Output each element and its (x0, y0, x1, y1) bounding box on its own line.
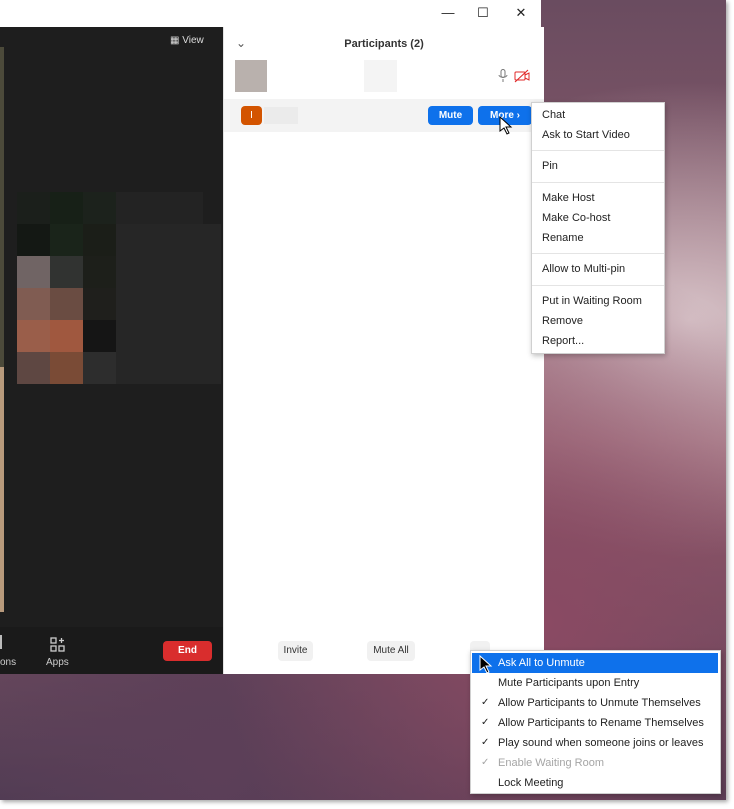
video-pixel (83, 288, 116, 320)
option-mute-upon-entry[interactable]: Mute Participants upon Entry (472, 673, 718, 693)
menu-divider (532, 253, 664, 254)
option-allow-unmute[interactable]: ✓ Allow Participants to Unmute Themselve… (472, 693, 718, 713)
video-pixel (50, 256, 83, 288)
participant-row-selected[interactable]: I Mute More › (224, 99, 544, 132)
video-pixel (50, 352, 83, 384)
panel-title: Participants (2) (344, 38, 424, 50)
video-pixel (17, 288, 50, 320)
check-icon: ✓ (481, 697, 490, 708)
mouse-cursor-icon (479, 655, 493, 674)
menu-divider (532, 182, 664, 183)
window-titlebar: — ☐ ✕ (0, 0, 541, 27)
avatar (235, 60, 267, 92)
video-pixel (50, 224, 83, 256)
check-icon: ✓ (481, 717, 490, 728)
video-pixel (17, 224, 50, 256)
option-label: Play sound when someone joins or leaves (498, 737, 704, 749)
close-button[interactable]: ✕ (513, 5, 529, 21)
apps-icon (50, 637, 65, 652)
participant-more-menu: Chat Ask to Start Video Pin Make Host Ma… (531, 102, 665, 354)
menu-item-rename[interactable]: Rename (542, 232, 584, 244)
option-label: Ask All to Unmute (498, 657, 585, 669)
mute-all-button[interactable]: Mute All (367, 641, 415, 661)
option-label: Allow Participants to Rename Themselves (498, 717, 704, 729)
participants-panel: ⌄ Participants (2) I Mute More › Invite … (223, 27, 544, 674)
video-edge-strip-lower (0, 367, 4, 612)
video-pixel (50, 288, 83, 320)
avatar: I (241, 106, 262, 125)
check-icon: ✓ (481, 757, 490, 768)
maximize-button[interactable]: ☐ (475, 5, 491, 21)
menu-item-make-cohost[interactable]: Make Co-host (542, 212, 610, 224)
video-pixel (116, 192, 203, 224)
video-pixel (17, 320, 50, 352)
end-meeting-button[interactable]: End (163, 641, 212, 661)
video-area: ▦ View ons Apps End (0, 27, 223, 674)
menu-item-allow-multipin[interactable]: Allow to Multi-pin (542, 263, 625, 275)
option-label: Mute Participants upon Entry (498, 677, 640, 689)
menu-item-waiting-room[interactable]: Put in Waiting Room (542, 295, 642, 307)
video-pixel (83, 352, 116, 384)
screenshot-frame: — ☐ ✕ ▦ View ons Apps End ⌄ Participants… (0, 0, 726, 800)
options-label-partial[interactable]: ons (0, 657, 16, 668)
option-label: Enable Waiting Room (498, 757, 604, 769)
participant-name-redacted (364, 60, 397, 92)
option-lock-meeting[interactable]: Lock Meeting (472, 773, 718, 793)
video-off-icon[interactable] (514, 69, 530, 83)
apps-button[interactable]: Apps (44, 635, 72, 671)
participant-name-redacted (264, 107, 298, 124)
video-pixel (50, 320, 83, 352)
option-label: Lock Meeting (498, 777, 564, 789)
menu-item-make-host[interactable]: Make Host (542, 192, 595, 204)
option-enable-waiting-room: ✓ Enable Waiting Room (472, 753, 718, 773)
menu-item-report[interactable]: Report... (542, 335, 584, 347)
menu-divider (532, 285, 664, 286)
option-label: Allow Participants to Unmute Themselves (498, 697, 701, 709)
mouse-cursor-icon (499, 116, 513, 135)
option-play-sound[interactable]: ✓ Play sound when someone joins or leave… (472, 733, 718, 753)
video-pixel (17, 192, 50, 224)
check-icon: ✓ (481, 737, 490, 748)
menu-item-chat[interactable]: Chat (542, 109, 565, 121)
video-pixel (116, 224, 221, 384)
video-pixel (17, 352, 50, 384)
option-ask-all-unmute[interactable]: Ask All to Unmute (472, 653, 718, 673)
menu-item-pin[interactable]: Pin (542, 160, 558, 172)
video-pixel (17, 256, 50, 288)
video-pixel (83, 224, 116, 256)
menu-item-ask-start-video[interactable]: Ask to Start Video (542, 129, 630, 141)
video-pixel (83, 320, 116, 352)
video-pixel (83, 192, 116, 224)
participant-row[interactable] (224, 59, 544, 93)
video-pixel (50, 192, 83, 224)
microphone-icon[interactable] (498, 69, 508, 83)
mute-button[interactable]: Mute (428, 106, 473, 125)
option-allow-rename[interactable]: ✓ Allow Participants to Rename Themselve… (472, 713, 718, 733)
menu-divider (532, 150, 664, 151)
apps-label: Apps (46, 657, 69, 668)
menu-item-remove[interactable]: Remove (542, 315, 583, 327)
invite-button[interactable]: Invite (278, 641, 313, 661)
minimize-button[interactable]: — (440, 5, 456, 21)
video-tile (0, 27, 223, 612)
video-pixel (83, 256, 116, 288)
participants-options-menu: Ask All to Unmute Mute Participants upon… (470, 650, 721, 794)
options-icon (0, 635, 2, 649)
